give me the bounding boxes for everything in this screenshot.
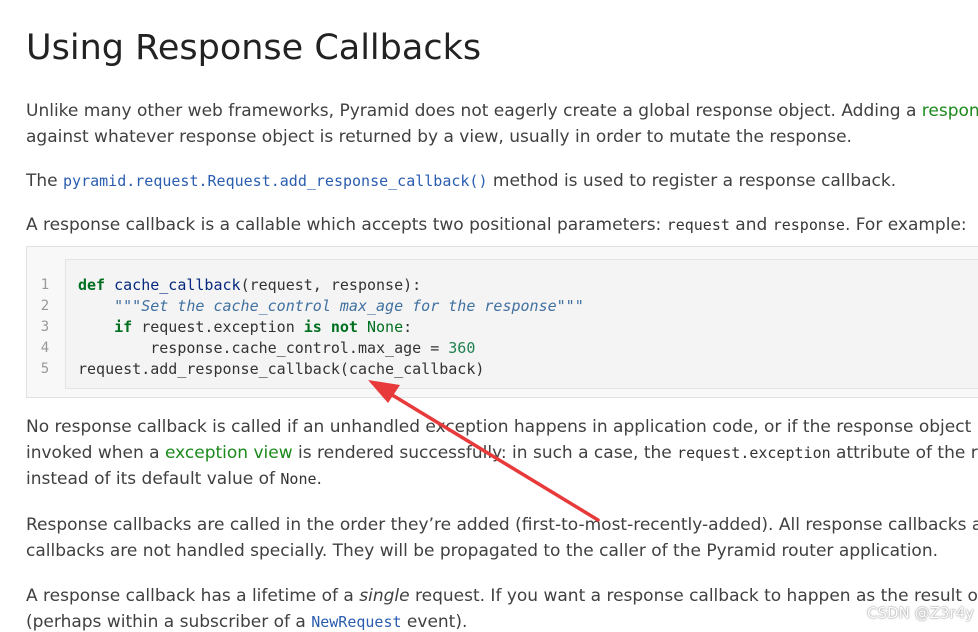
- text-span: invoked when a: [26, 443, 165, 463]
- line-number: 4: [40, 340, 50, 356]
- inline-code-none: None: [280, 470, 317, 488]
- paragraph-intro-line-1: Unlike many other web frameworks, Pyrami…: [26, 98, 978, 124]
- function-params: (request, response):: [240, 276, 422, 294]
- add-response-callback-link[interactable]: pyramid.request.Request.add_response_cal…: [63, 172, 487, 190]
- text-span: request. If you want a response callback…: [409, 586, 978, 606]
- paragraph-method: The pyramid.request.Request.add_response…: [26, 168, 896, 194]
- text-span: Unlike many other web frameworks, Pyrami…: [26, 101, 922, 121]
- inline-code-response: response: [772, 216, 845, 234]
- paragraph-parameters-line: A response callback is a callable which …: [26, 212, 967, 238]
- keyword-def: def: [78, 276, 106, 294]
- paragraph-exceptions-line-1: No response callback is called if an unh…: [26, 417, 978, 437]
- paragraph-exceptions: No response callback is called if an unh…: [26, 414, 978, 492]
- text-span: is rendered successfully: in such a case…: [292, 443, 678, 463]
- paragraph-lifetime: A response callback has a lifetime of a …: [26, 583, 978, 632]
- keyword-is: is: [303, 318, 322, 336]
- code-line-4: response.cache_control.max_age = 360: [78, 338, 584, 359]
- function-name: cache_callback: [114, 276, 241, 294]
- inline-code-request: request: [666, 216, 730, 234]
- watermark: CSDN @Z3r4y: [867, 604, 974, 622]
- text-span: A response callback has a lifetime of a: [26, 586, 360, 606]
- paragraph-intro-line-2: against whatever response object is retu…: [26, 127, 852, 147]
- text-span: The: [26, 171, 64, 191]
- text-span: .: [316, 469, 322, 489]
- code-text: request.add_response_callback(cache_call…: [78, 360, 485, 378]
- exception-view-link[interactable]: exception view: [165, 443, 293, 463]
- text-span: A response callback is a callable which …: [26, 215, 667, 235]
- emphasis-single: single: [359, 586, 410, 606]
- code-text: request.exception: [132, 318, 304, 336]
- paragraph-exceptions-line-3: instead of its default value of None.: [26, 466, 978, 492]
- code-example-block: 1 2 3 4 5 def cache_callback(request, re…: [26, 246, 978, 398]
- line-number: 2: [40, 298, 50, 314]
- document-page: Using Response Callbacks Unlike many oth…: [0, 0, 978, 632]
- paragraph-exceptions-line-2: invoked when a exception view is rendere…: [26, 440, 978, 466]
- paragraph-parameters: A response callback is a callable which …: [26, 212, 967, 238]
- line-number: 5: [40, 361, 50, 377]
- code-line-1: def cache_callback(request, response):: [78, 275, 584, 296]
- constant-none: None: [367, 318, 404, 336]
- paragraph-order-line-1: Response callbacks are called in the ord…: [26, 515, 978, 535]
- line-numbers: 1 2 3 4 5: [27, 259, 63, 380]
- inline-code-request-exception: request.exception: [677, 444, 831, 462]
- text-span: . For example:: [844, 215, 967, 235]
- number-literal: 360: [448, 339, 476, 357]
- paragraph-order: Response callbacks are called in the ord…: [26, 512, 978, 564]
- code-lines: def cache_callback(request, response): "…: [78, 275, 584, 380]
- line-number: 3: [40, 319, 50, 335]
- keyword-if: if: [114, 318, 133, 336]
- docstring: """Set the cache_control max_age for the…: [114, 297, 584, 315]
- text-span: and: [729, 215, 773, 235]
- code-line-2: """Set the cache_control max_age for the…: [78, 296, 584, 317]
- code-panel[interactable]: def cache_callback(request, response): "…: [65, 259, 978, 389]
- paragraph-intro: Unlike many other web frameworks, Pyrami…: [26, 98, 978, 150]
- paragraph-order-line-2: callbacks are not handled specially. The…: [26, 541, 938, 561]
- paragraph-lifetime-line-2: (perhaps within a subscriber of a NewReq…: [26, 609, 978, 632]
- line-number: 1: [40, 277, 50, 293]
- code-line-3: if request.exception is not None:: [78, 317, 584, 338]
- code-text: response.cache_control.max_age =: [150, 339, 449, 357]
- text-span: method is used to register a response ca…: [487, 171, 897, 191]
- code-text: :: [403, 318, 413, 336]
- newrequest-link[interactable]: NewRequest: [311, 613, 401, 631]
- text-span: instead of its default value of: [26, 469, 281, 489]
- text-span: (perhaps within a subscriber of a: [26, 612, 312, 632]
- code-line-5: request.add_response_callback(cache_call…: [78, 359, 584, 380]
- response-glossary-link[interactable]: response: [922, 101, 978, 121]
- text-span: attribute of the req: [836, 443, 978, 463]
- paragraph-lifetime-line-1: A response callback has a lifetime of a …: [26, 583, 978, 609]
- page-title: Using Response Callbacks: [26, 28, 482, 68]
- keyword-not: not: [330, 318, 358, 336]
- text-span: event).: [401, 612, 468, 632]
- paragraph-method-line: The pyramid.request.Request.add_response…: [26, 168, 896, 194]
